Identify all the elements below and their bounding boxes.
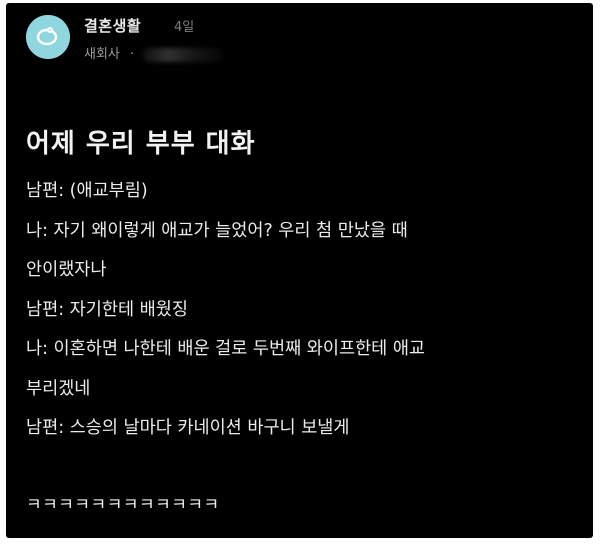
body-line: 남편: (애교부림) <box>26 181 148 201</box>
body-line: 나: 자기 왜이렇게 애교가 늘었어? 우리 첨 만났을 때 <box>26 220 408 241</box>
meta-separator: · <box>129 47 135 62</box>
author-meta: 새회사 · <box>84 43 223 62</box>
author-company: 새회사 <box>84 47 120 62</box>
body-line: 나: 이혼하면 나한테 배운 걸로 두번째 와이프한테 애교 <box>26 339 426 359</box>
body-line: 남편: 자기한테 배웠징 <box>26 299 188 320</box>
post-title: 어제 우리 부부 대화 <box>26 129 256 159</box>
ring-icon <box>26 15 70 59</box>
post-body: 남편: (애교부림) 나: 자기 왜이렇게 애교가 늘었어? 우리 첨 만났을 … <box>26 177 573 454</box>
post-age: 4일 <box>174 20 195 35</box>
blurred-author-name <box>142 47 223 62</box>
body-line: 남편: 스승의 날마다 카네이션 바구니 보낼게 <box>26 418 350 438</box>
post-card: 결혼생활 4일 새회사 · 어제 우리 부부 대화 남편: (애교부림) 나: 자… <box>6 3 593 538</box>
community-name[interactable]: 결혼생활 <box>84 15 141 36</box>
post-laugh-line: ㅋㅋㅋㅋㅋㅋㅋㅋㅋㅋㅋㅋ <box>26 495 220 515</box>
body-line: 부리겠네 <box>26 378 91 399</box>
post-header: 결혼생활 4일 새회사 · <box>26 15 573 69</box>
community-avatar[interactable] <box>26 15 70 59</box>
body-line: 안이랬자나 <box>26 260 107 280</box>
